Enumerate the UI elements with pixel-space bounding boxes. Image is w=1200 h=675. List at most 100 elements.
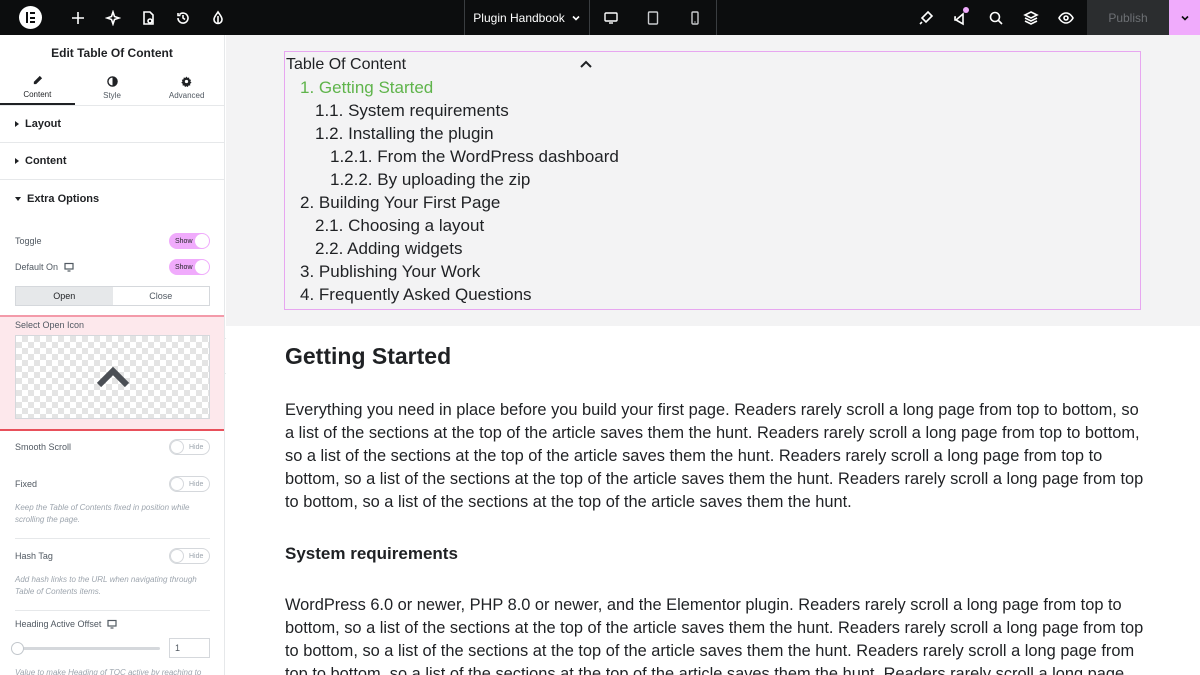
select-open-icon-control: Select Open Icon: [0, 315, 224, 431]
add-icon[interactable]: [60, 0, 95, 35]
section-content[interactable]: Content: [0, 143, 224, 180]
tab-style-label: Style: [103, 90, 121, 100]
toggle-control: Toggle Show: [15, 233, 210, 249]
topbar-center: Plugin Handbook: [464, 0, 717, 35]
history-icon[interactable]: [165, 0, 200, 35]
toggle-label: Toggle: [15, 236, 42, 246]
paragraph: Everything you need in place before you …: [285, 401, 1144, 511]
hash-tag-hint: Add hash links to the URL when navigatin…: [15, 575, 197, 596]
section-layout-label: Layout: [25, 118, 62, 130]
chevron-up-icon: [96, 366, 129, 388]
toc-text: Publishing Your Work: [318, 262, 481, 281]
preview-icon[interactable]: [1048, 0, 1083, 35]
open-choice-button[interactable]: Open: [16, 287, 113, 305]
hash-tag-label: Hash Tag: [15, 551, 53, 561]
gear-icon: [181, 75, 192, 87]
toggle-switch[interactable]: Show: [169, 233, 210, 249]
toc-link[interactable]: 1.2.2. By uploading the zip: [330, 170, 530, 190]
desktop-icon[interactable]: [590, 0, 632, 35]
notifications-icon[interactable]: [943, 0, 978, 35]
ai-sparkle-icon[interactable]: [95, 0, 130, 35]
smooth-scroll-label: Smooth Scroll: [15, 442, 72, 452]
default-on-switch[interactable]: Show: [169, 259, 210, 275]
heading-offset-slider[interactable]: [11, 642, 160, 655]
hash-tag-switch[interactable]: Hide: [169, 548, 210, 564]
tab-advanced[interactable]: Advanced: [149, 70, 224, 105]
page-preview: Table Of Content 1. Getting Started 1.1.…: [226, 35, 1200, 675]
tab-advanced-label: Advanced: [168, 90, 205, 100]
toc-number: 1.1.: [315, 101, 344, 120]
heading-getting-started: Getting Started: [285, 343, 452, 369]
toc-link[interactable]: 1.1. System requirements: [315, 101, 509, 121]
toc-link[interactable]: 1.2. Installing the plugin: [315, 124, 494, 144]
divider: [15, 538, 210, 539]
publish-options-button[interactable]: [1169, 0, 1200, 35]
toc-link[interactable]: 3. Publishing Your Work: [300, 262, 480, 282]
caret-right-icon: [15, 158, 19, 164]
toc-link[interactable]: 4. Frequently Asked Questions: [300, 285, 532, 305]
default-on-label: Default On: [15, 262, 59, 272]
toc-link[interactable]: 2. Building Your First Page: [300, 193, 500, 213]
divider: [15, 610, 210, 611]
device-switcher: [590, 0, 717, 35]
section-extra-options-label: Extra Options: [27, 192, 100, 205]
section-content-label: Content: [25, 155, 67, 167]
integrations-icon[interactable]: [908, 0, 943, 35]
pencil-icon: [33, 75, 42, 84]
heading-offset-input[interactable]: 1: [169, 638, 210, 658]
default-on-label-group: Default On: [15, 262, 74, 272]
desktop-responsive-icon[interactable]: [107, 619, 117, 629]
editor-panel: Edit Table Of Content Content Style Adva…: [0, 35, 225, 675]
panel-title: Edit Table Of Content: [51, 45, 173, 60]
search-icon[interactable]: [978, 0, 1013, 35]
topbar-left: [0, 0, 235, 35]
chevron-up-icon[interactable]: [579, 57, 593, 71]
page-settings-icon[interactable]: [130, 0, 165, 35]
heading-system-requirements: System requirements: [285, 544, 458, 563]
heading-offset-label: Heading Active Offset: [15, 619, 102, 629]
toc-text: By uploading the zip: [377, 170, 531, 189]
mobile-icon[interactable]: [674, 0, 716, 35]
toc-link[interactable]: 1.2.1. From the WordPress dashboard: [330, 147, 619, 167]
toc-link[interactable]: 1. Getting Started: [300, 78, 433, 98]
structure-icon[interactable]: [1013, 0, 1048, 35]
close-choice-button[interactable]: Close: [113, 287, 210, 305]
open-close-choice: Open Close: [15, 286, 210, 306]
editor-topbar: Plugin Handbook Publish: [0, 0, 1200, 35]
hash-tag-control: Hash Tag Hide: [15, 548, 210, 564]
toc-number: 1.2.: [315, 124, 344, 143]
section-extra-options[interactable]: Extra Options: [0, 180, 224, 217]
icon-picker[interactable]: [15, 335, 210, 419]
smooth-scroll-switch[interactable]: Hide: [169, 439, 210, 455]
toc-link[interactable]: 2.2. Adding widgets: [315, 239, 462, 259]
toc-title: Table Of Content: [286, 56, 407, 73]
publish-button[interactable]: Publish: [1087, 0, 1169, 35]
toc-section: Table Of Content 1. Getting Started 1.1.…: [226, 35, 1200, 326]
heading-offset-control: Heading Active Offset: [15, 619, 210, 629]
heading-offset-hint: Value to make Heading of TOC active by r…: [15, 668, 202, 675]
toc-text: Getting Started: [318, 78, 434, 97]
toc-link[interactable]: 2.1. Choosing a layout: [315, 216, 484, 236]
tab-style[interactable]: Style: [75, 70, 150, 105]
chevron-down-icon: [1180, 15, 1189, 21]
tablet-icon[interactable]: [632, 0, 674, 35]
desktop-responsive-icon[interactable]: [64, 262, 74, 272]
slider-handle[interactable]: [11, 642, 24, 655]
select-open-icon-label: Select Open Icon: [15, 320, 85, 330]
table-of-contents-widget[interactable]: Table Of Content 1. Getting Started 1.1.…: [284, 51, 1141, 310]
fixed-label: Fixed: [15, 479, 38, 489]
tab-content[interactable]: Content: [0, 70, 75, 105]
section-layout[interactable]: Layout: [0, 106, 224, 143]
toc-text: Choosing a layout: [348, 216, 485, 235]
site-settings-icon[interactable]: [200, 0, 235, 35]
toc-number: 1.: [300, 78, 315, 97]
notification-badge: [963, 7, 969, 13]
toc-text: Building Your First Page: [318, 193, 501, 212]
fixed-switch[interactable]: Hide: [169, 476, 210, 492]
default-on-control: Default On Show: [15, 259, 210, 275]
document-title: Plugin Handbook: [473, 10, 565, 25]
toc-number: 2.: [300, 193, 315, 212]
elementor-logo-icon[interactable]: [19, 6, 42, 29]
document-title-dropdown[interactable]: Plugin Handbook: [465, 0, 590, 35]
toc-text: From the WordPress dashboard: [377, 147, 619, 166]
